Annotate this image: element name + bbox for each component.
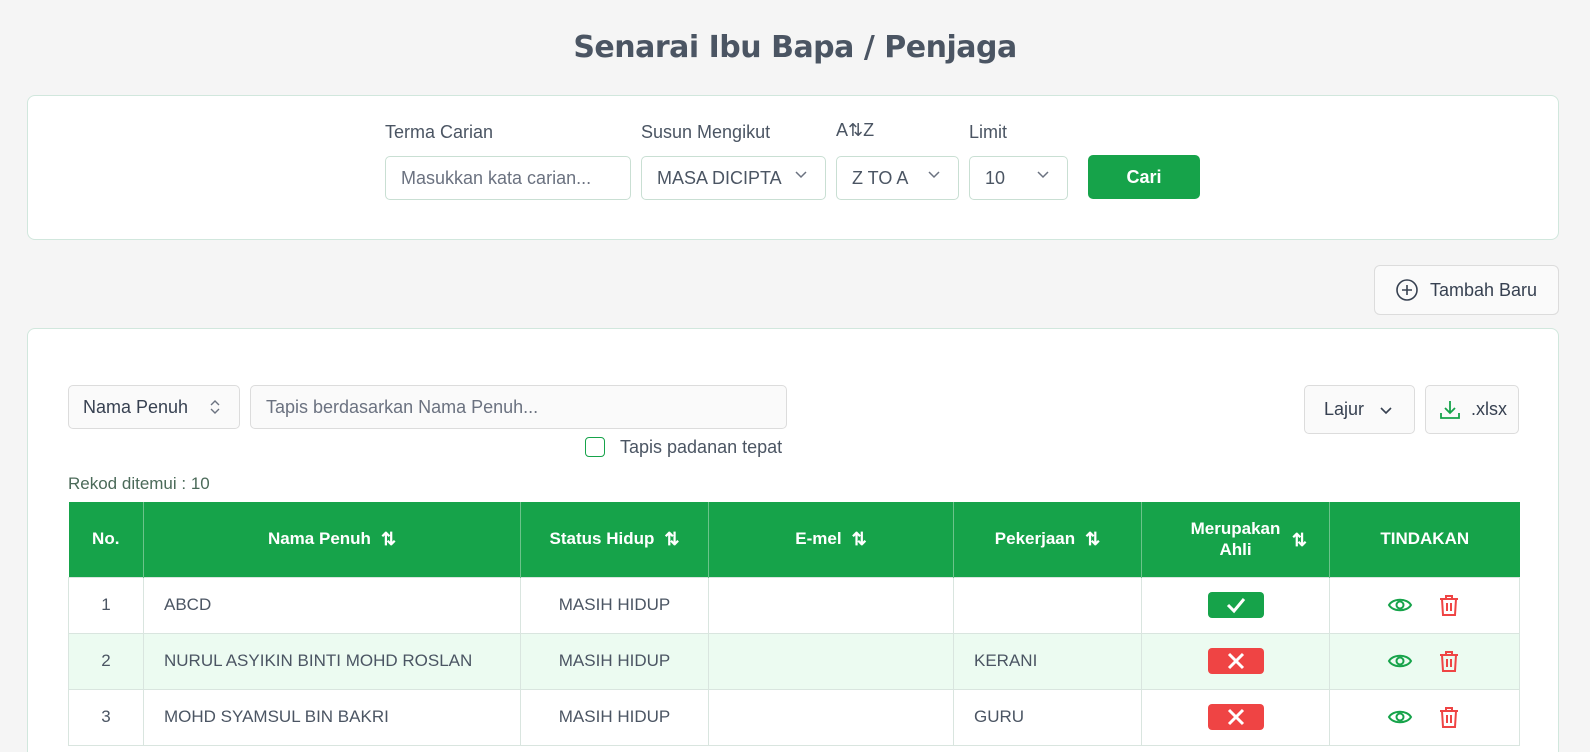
- cell-status: MASIH HIDUP: [520, 576, 709, 634]
- trash-icon[interactable]: [1436, 648, 1462, 674]
- eye-icon[interactable]: [1387, 648, 1413, 674]
- cell-status: MASIH HIDUP: [520, 688, 709, 746]
- chevron-down-icon: [1380, 407, 1392, 415]
- order-label: A⇅Z: [836, 120, 875, 140]
- chevron-down-icon: [1037, 171, 1049, 179]
- table-row: 2 NURUL ASYIKIN BINTI MOHD ROSLAN MASIH …: [68, 632, 1520, 690]
- header-no-label: No.: [92, 529, 120, 549]
- cell-no: 1: [68, 576, 144, 634]
- header-status[interactable]: Status Hidup ⇅: [520, 502, 709, 577]
- sort-label: Susun Mengikut: [641, 122, 771, 142]
- order-group: A⇅Z: [836, 116, 874, 146]
- records-count: Rekod ditemui : 10: [68, 474, 210, 493]
- table-panel: Nama Penuh Tapis berdasarkan Nama Penuh.…: [27, 328, 1559, 752]
- header-email-label: E-mel: [795, 528, 842, 548]
- cell-member: [1141, 688, 1330, 746]
- table-row: 1 ABCD MASIH HIDUP: [68, 576, 1520, 634]
- chevron-down-icon: [928, 171, 940, 179]
- export-xlsx-button[interactable]: .xlsx: [1425, 385, 1519, 434]
- cell-job: GURU: [953, 688, 1142, 746]
- limit-label: Limit: [969, 122, 1008, 142]
- header-job-label: Pekerjaan: [994, 528, 1076, 548]
- cell-email: [708, 576, 954, 634]
- cell-job: KERANI: [953, 632, 1142, 690]
- header-email[interactable]: E-mel ⇅: [708, 502, 954, 577]
- x-icon: [1227, 708, 1244, 726]
- header-actions: TINDAKAN: [1329, 502, 1520, 577]
- limit-select[interactable]: 10: [969, 156, 1068, 200]
- sort-icon[interactable]: ⇅: [1085, 529, 1100, 550]
- limit-group: Limit: [969, 118, 1007, 148]
- search-button[interactable]: Cari: [1088, 155, 1200, 199]
- header-name-label: Nama Penuh: [267, 528, 371, 548]
- exact-match-checkbox[interactable]: [585, 437, 605, 457]
- limit-value: 10: [985, 168, 1006, 188]
- header-member[interactable]: Merupakan Ahli ⇅: [1141, 502, 1330, 577]
- search-panel: Terma Carian Masukkan kata carian... Sus…: [27, 95, 1559, 240]
- table-header-row: No. Nama Penuh ⇅ Status Hidup ⇅ E-mel ⇅ Pek…: [68, 502, 1520, 577]
- cell-actions: [1329, 576, 1520, 634]
- cell-actions: [1329, 632, 1520, 690]
- cell-no: 2: [68, 632, 144, 690]
- header-member-label: Merupakan Ahli: [1190, 519, 1281, 560]
- order-select[interactable]: Z TO A: [836, 156, 959, 200]
- sort-icon[interactable]: ⇅: [664, 529, 679, 550]
- trash-icon[interactable]: [1436, 592, 1462, 618]
- filter-column-value: Nama Penuh: [83, 397, 189, 417]
- table-row: 3 MOHD SYAMSUL BIN BAKRI MASIH HIDUP GUR…: [68, 688, 1520, 746]
- add-new-button[interactable]: Tambah Baru: [1374, 265, 1559, 315]
- sort-icon[interactable]: ⇅: [852, 529, 867, 550]
- search-term-input[interactable]: Masukkan kata carian...: [385, 156, 631, 200]
- chevron-down-icon: [795, 171, 807, 179]
- add-new-label: Tambah Baru: [1430, 280, 1538, 300]
- cell-name: NURUL ASYIKIN BINTI MOHD ROSLAN: [143, 632, 521, 690]
- eye-icon[interactable]: [1387, 704, 1413, 730]
- sort-value: MASA DICIPTA: [657, 168, 782, 188]
- sort-group: Susun Mengikut: [641, 118, 770, 148]
- cell-name: ABCD: [143, 576, 521, 634]
- sort-icon[interactable]: ⇅: [1292, 530, 1307, 551]
- header-name[interactable]: Nama Penuh ⇅: [143, 502, 521, 577]
- header-actions-label: TINDAKAN: [1380, 529, 1470, 549]
- member-no-badge: [1207, 648, 1264, 674]
- sort-select[interactable]: MASA DICIPTA: [641, 156, 826, 200]
- download-icon: [1440, 401, 1460, 419]
- header-no: No.: [68, 502, 144, 577]
- header-status-label: Status Hidup: [549, 528, 655, 548]
- search-term-placeholder: Masukkan kata carian...: [401, 168, 592, 188]
- sort-icon[interactable]: ⇅: [381, 529, 396, 550]
- cell-no: 3: [68, 688, 144, 746]
- cell-status: MASIH HIDUP: [520, 632, 709, 690]
- cell-member: [1141, 576, 1330, 634]
- cell-job: [953, 576, 1142, 634]
- plus-circle-icon: [1396, 279, 1418, 301]
- header-job[interactable]: Pekerjaan ⇅: [953, 502, 1142, 577]
- filter-column-select[interactable]: Nama Penuh: [68, 385, 240, 429]
- chevron-up-down-icon: [210, 400, 220, 414]
- exact-match-label: Tapis padanan tepat: [620, 437, 783, 457]
- member-no-badge: [1207, 704, 1264, 730]
- search-term-label: Terma Carian: [385, 122, 494, 142]
- page-title: Senarai Ibu Bapa / Penjaga: [573, 30, 1017, 65]
- cell-email: [708, 632, 954, 690]
- cell-member: [1141, 632, 1330, 690]
- member-yes-badge: [1207, 592, 1264, 618]
- check-icon: [1226, 598, 1245, 614]
- filter-placeholder: Tapis berdasarkan Nama Penuh...: [266, 397, 539, 417]
- cell-name: MOHD SYAMSUL BIN BAKRI: [143, 688, 521, 746]
- filter-input[interactable]: Tapis berdasarkan Nama Penuh...: [250, 385, 787, 429]
- export-label: .xlsx: [1471, 399, 1507, 419]
- trash-icon[interactable]: [1436, 704, 1462, 730]
- order-value: Z TO A: [852, 168, 909, 188]
- parents-table: No. Nama Penuh ⇅ Status Hidup ⇅ E-mel ⇅ Pek…: [68, 502, 1520, 746]
- columns-label: Lajur: [1324, 399, 1365, 419]
- columns-button[interactable]: Lajur: [1304, 385, 1415, 434]
- cell-email: [708, 688, 954, 746]
- x-icon: [1227, 652, 1244, 670]
- search-term-group: Terma Carian: [385, 118, 493, 148]
- cell-actions: [1329, 688, 1520, 746]
- eye-icon[interactable]: [1387, 592, 1413, 618]
